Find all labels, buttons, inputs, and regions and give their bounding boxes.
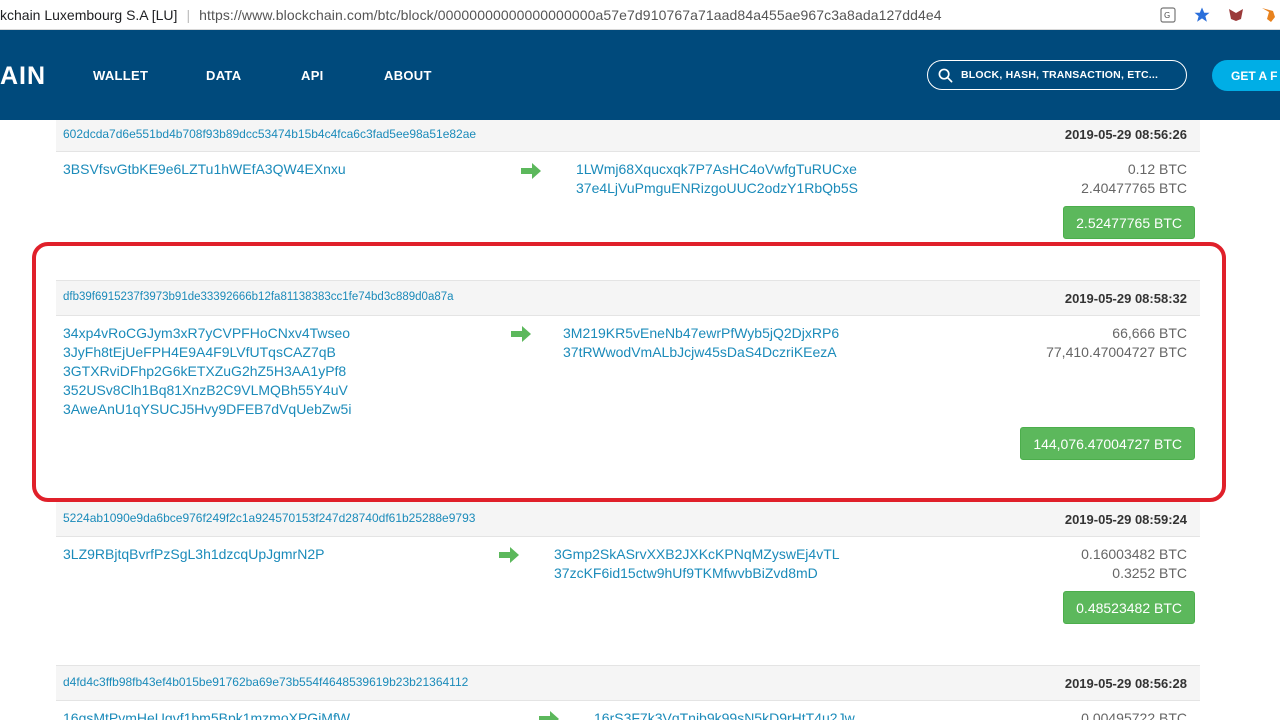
transaction-list: 602dcda7d6e551bd4b708f93b89dcc53474b15b4… xyxy=(0,120,1280,720)
site-identity[interactable]: kchain Luxembourg S.A [LU] xyxy=(0,7,177,23)
arrow-right-icon xyxy=(521,163,541,179)
output-amount: 0.00495722 BTC xyxy=(1081,710,1187,720)
url-field[interactable]: https://www.blockchain.com/btc/block/000… xyxy=(199,7,942,23)
transaction-header: 602dcda7d6e551bd4b708f93b89dcc53474b15b4… xyxy=(56,120,1200,152)
nav-link-wallet[interactable]: WALLET xyxy=(93,68,148,83)
nav-link-data[interactable]: DATA xyxy=(206,68,241,83)
output-amounts: 0.16003482 BTC 0.3252 BTC xyxy=(1081,545,1187,583)
output-address-link[interactable]: 3Gmp2SkASrvXXB2JXKcKPNqMZyswEj4vTL xyxy=(554,545,840,564)
logo[interactable]: AIN xyxy=(0,62,46,91)
output-address-link[interactable]: 16rS3F7k3VgTnib9k99sN5kD9rHtT4u2Jw xyxy=(594,709,855,720)
input-address-link[interactable]: 3LZ9RBjtqBvrfPzSgL3h1dzcqUpJgmrN2P xyxy=(63,545,324,564)
arrow-right-icon xyxy=(499,547,519,563)
arrow-right-icon xyxy=(539,711,559,720)
output-amount: 0.12 BTC xyxy=(1127,161,1187,177)
browser-toolbar-icons: G xyxy=(1144,0,1280,30)
transaction-time: 2019-05-29 08:56:26 xyxy=(1064,127,1187,142)
transaction-time: 2019-05-29 08:56:28 xyxy=(1064,676,1187,691)
transaction-outputs: 1LWmj68Xqucxqk7P7AsHC4oVwfgTuRUCxe 37e4L… xyxy=(576,160,858,198)
output-address-link[interactable]: 1LWmj68Xqucxqk7P7AsHC4oVwfgTuRUCxe xyxy=(576,160,858,179)
translate-icon[interactable]: G xyxy=(1158,5,1178,25)
transaction-outputs: 16rS3F7k3VgTnib9k99sN5kD9rHtT4u2Jw xyxy=(594,709,855,720)
highlight-annotation-box xyxy=(32,242,1226,502)
output-amount: 0.16003482 BTC xyxy=(1081,546,1187,562)
transaction-total-button[interactable]: 2.52477765 BTC xyxy=(1063,206,1195,239)
transaction-inputs: 3BSVfsvGtbKE9e6LZTu1hWEfA3QW4EXnxu xyxy=(63,160,346,179)
extension-fox-icon[interactable] xyxy=(1260,5,1280,25)
search-icon xyxy=(938,68,953,82)
transaction-inputs: 3LZ9RBjtqBvrfPzSgL3h1dzcqUpJgmrN2P xyxy=(63,545,324,564)
transaction-hash-link[interactable]: 5224ab1090e9da6bce976f249f2c1a924570153f… xyxy=(63,511,475,525)
get-wallet-button[interactable]: GET A F xyxy=(1212,60,1280,91)
transaction-inputs: 16gsMtPvmHeUgvf1bm5Bpk1mzmoXPGiMfW xyxy=(63,709,350,720)
output-address-link[interactable]: 37zcKF6id15ctw9hUf9TKMfwvbBiZvd8mD xyxy=(554,564,840,583)
nav-link-about[interactable]: ABOUT xyxy=(384,68,432,83)
transaction-header: 5224ab1090e9da6bce976f249f2c1a924570153f… xyxy=(56,501,1200,537)
extension-metamask-icon[interactable] xyxy=(1226,5,1246,25)
input-address-link[interactable]: 16gsMtPvmHeUgvf1bm5Bpk1mzmoXPGiMfW xyxy=(63,709,350,720)
output-amounts: 0.00495722 BTC xyxy=(1081,709,1187,720)
nav-link-api[interactable]: API xyxy=(301,68,324,83)
output-amount: 0.3252 BTC xyxy=(1112,565,1187,581)
input-address-link[interactable]: 3BSVfsvGtbKE9e6LZTu1hWEfA3QW4EXnxu xyxy=(63,160,346,179)
address-separator: | xyxy=(186,6,191,23)
transaction-time: 2019-05-29 08:59:24 xyxy=(1064,512,1187,527)
output-amount: 2.40477765 BTC xyxy=(1081,180,1187,196)
search-input[interactable]: BLOCK, HASH, TRANSACTION, ETC... xyxy=(927,60,1187,90)
output-address-link[interactable]: 37e4LjVuPmguENRizgoUUC2odzY1RbQb5S xyxy=(576,179,858,198)
output-amounts: 0.12 BTC 2.40477765 BTC xyxy=(1081,160,1187,198)
transaction-hash-link[interactable]: 602dcda7d6e551bd4b708f93b89dcc53474b15b4… xyxy=(63,127,476,141)
search-placeholder: BLOCK, HASH, TRANSACTION, ETC... xyxy=(961,69,1159,81)
transaction-hash-link[interactable]: d4fd4c3ffb98fb43ef4b015be91762ba69e73b55… xyxy=(63,675,468,689)
transaction-header: d4fd4c3ffb98fb43ef4b015be91762ba69e73b55… xyxy=(56,665,1200,701)
top-navigation: AIN WALLET DATA API ABOUT BLOCK, HASH, T… xyxy=(0,30,1280,120)
bookmark-star-icon[interactable] xyxy=(1192,5,1212,25)
transaction-total-button[interactable]: 0.48523482 BTC xyxy=(1063,591,1195,624)
browser-address-bar: kchain Luxembourg S.A [LU] | https://www… xyxy=(0,0,1280,30)
svg-text:G: G xyxy=(1164,11,1170,20)
transaction-outputs: 3Gmp2SkASrvXXB2JXKcKPNqMZyswEj4vTL 37zcK… xyxy=(554,545,840,583)
